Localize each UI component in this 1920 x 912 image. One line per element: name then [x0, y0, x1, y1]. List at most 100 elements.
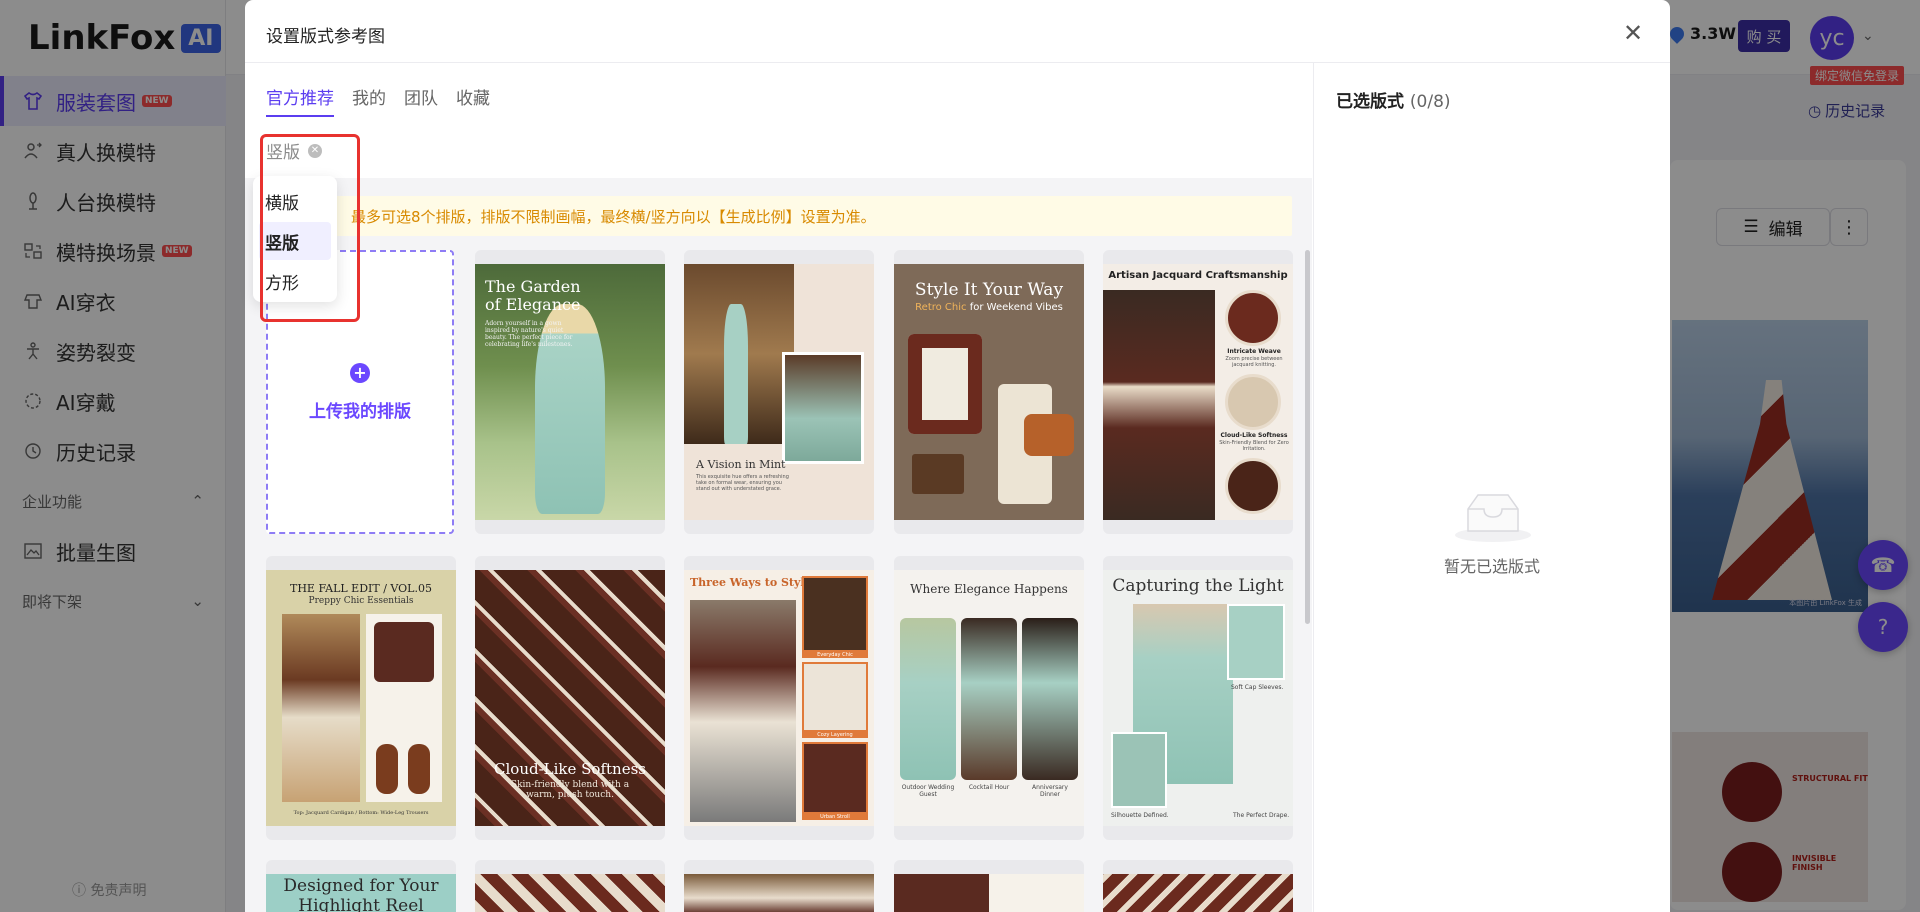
- selected-panel: 已选版式 (0/8) 暂无已选版式: [1313, 63, 1670, 912]
- subtitle-highlight: Retro Chic: [915, 302, 967, 313]
- card-title: Capturing the Light: [1112, 576, 1284, 596]
- layout-card[interactable]: Three Ways to Style Everyday Chic Cozy L…: [684, 556, 874, 840]
- layout-thumbnail: Where Elegance Happens Outdoor Wedding G…: [894, 570, 1084, 826]
- layout-thumbnail: [1103, 874, 1293, 912]
- scene-label: Outdoor Wedding Guest: [901, 784, 955, 798]
- layout-card[interactable]: [684, 860, 874, 912]
- style-label: Urban Stroll: [802, 814, 868, 820]
- card-footer: Top: Jacquard Cardigan / Bottom: Wide-Le…: [293, 810, 429, 816]
- card-body: This exquisite hue offers a refreshing t…: [696, 474, 789, 492]
- detail-circle: [1225, 290, 1281, 346]
- layout-card[interactable]: Cloud-Like Softness Skin-friendly blend …: [475, 556, 665, 840]
- layout-thumbnail: Cloud-Like Softness Skin-friendly blend …: [475, 570, 665, 826]
- selected-title: 已选版式 (0/8): [1336, 87, 1451, 112]
- layout-card[interactable]: Style It Your Way Retro Chic for Weekend…: [894, 250, 1084, 534]
- layout-thumbnail: Three Ways to Style Everyday Chic Cozy L…: [684, 570, 874, 826]
- street-photo: [282, 614, 360, 802]
- layout-thumbnail: [475, 874, 665, 912]
- subtitle-rest: for Weekend Vibes: [969, 302, 1063, 313]
- layout-card[interactable]: Where Elegance Happens Outdoor Wedding G…: [894, 556, 1084, 840]
- card-subtitle: Retro Chic for Weekend Vibes: [894, 302, 1084, 313]
- layout-card[interactable]: The Garden of Elegance Adorn yourself in…: [475, 250, 665, 534]
- model-photo: [690, 600, 796, 822]
- layout-card[interactable]: A Vision in Mint This exquisite hue offe…: [684, 250, 874, 534]
- tab-mine[interactable]: 我的: [352, 84, 386, 117]
- book-item: [912, 454, 964, 494]
- detail-label: Intricate Weave: [1227, 348, 1281, 355]
- cardigan-item: [374, 622, 434, 682]
- card-body: Adorn yourself in a gown inspired by nat…: [485, 320, 573, 348]
- scene-photo: [1022, 618, 1078, 780]
- layout-thumbnail: [684, 874, 874, 912]
- empty-inbox-icon: [1454, 489, 1532, 547]
- tab-team[interactable]: 团队: [404, 84, 438, 117]
- selected-title-label: 已选版式: [1336, 92, 1404, 112]
- model-photo: [1103, 290, 1215, 520]
- layout-thumbnail: A Vision in Mint This exquisite hue offe…: [684, 264, 874, 520]
- cardigan-item: [908, 334, 982, 434]
- layout-thumbnail: Capturing the Light Soft Cap Sleeves. Si…: [1103, 570, 1293, 826]
- close-icon[interactable]: ✕: [1623, 21, 1643, 45]
- notice-bar: 最多可选8个排版，排版不限制画幅，最终横/竖方向以【生成比例】设置为准。: [265, 196, 1292, 236]
- card-subtitle: Skin-friendly blend with a warm, plush t…: [510, 780, 630, 800]
- card-title: A Vision in Mint: [696, 458, 786, 471]
- bag-item: [1024, 414, 1074, 456]
- layout-thumbnail: Designed for Your Highlight Reel: [266, 874, 456, 912]
- style-label: Everyday Chic: [802, 652, 868, 658]
- notice-text: 最多可选8个排版，排版不限制画幅，最终横/竖方向以【生成比例】设置为准。: [351, 207, 876, 226]
- tab-official[interactable]: 官方推荐: [266, 84, 334, 117]
- card-title: Three Ways to Style: [690, 576, 812, 589]
- detail-circle: [1225, 374, 1281, 430]
- detail-label: Silhouette Defined.: [1111, 812, 1169, 819]
- grid-scrollbar[interactable]: [1305, 250, 1310, 624]
- shoe-item: [376, 744, 398, 794]
- items-photo: [366, 614, 442, 802]
- layout-card[interactable]: Designed for Your Highlight Reel: [266, 860, 456, 912]
- layout-thumbnail: Artisan Jacquard Craftsmanship Intricate…: [1103, 264, 1293, 520]
- scene-label: Anniversary Dinner: [1032, 784, 1068, 798]
- dress-figure: [724, 304, 748, 444]
- tab-bar: 官方推荐 我的 团队 收藏: [266, 84, 490, 117]
- detail-circle: [1225, 458, 1281, 514]
- card-title: Artisan Jacquard Craftsmanship: [1108, 270, 1288, 281]
- layout-card[interactable]: Capturing the Light Soft Cap Sleeves. Si…: [1103, 556, 1293, 840]
- detail-photo: [1111, 732, 1167, 808]
- layout-card[interactable]: [894, 860, 1084, 912]
- scene-label: Cocktail Hour: [968, 784, 1010, 791]
- card-subtitle: Preppy Chic Essentials: [308, 596, 414, 606]
- card-title: Designed for Your Highlight Reel: [283, 876, 439, 912]
- card-title: Cloud-Like Softness: [494, 760, 646, 778]
- detail-label: Soft Cap Sleeves.: [1231, 684, 1284, 691]
- layout-thumbnail: Style It Your Way Retro Chic for Weekend…: [894, 264, 1084, 520]
- plus-icon: +: [350, 362, 370, 383]
- layout-card[interactable]: THE FALL EDIT / VOL.05 Preppy Chic Essen…: [266, 556, 456, 840]
- detail-label: Cloud-Like Softness: [1220, 432, 1288, 439]
- detail-label: The Perfect Drape.: [1233, 812, 1290, 819]
- style-photo: [802, 742, 868, 814]
- card-title: Where Elegance Happens: [910, 582, 1068, 596]
- card-title: THE FALL EDIT / VOL.05: [290, 582, 432, 595]
- detail-caption: Skin-Friendly Blend for Zero Irritation.: [1219, 440, 1289, 452]
- layout-thumbnail: THE FALL EDIT / VOL.05 Preppy Chic Essen…: [266, 570, 456, 826]
- inset-photo: [782, 352, 864, 464]
- layout-card[interactable]: [475, 860, 665, 912]
- style-photo: [802, 576, 868, 652]
- layout-card[interactable]: [1103, 860, 1293, 912]
- detail-caption: Zoom precise between jacquard knitting.: [1225, 356, 1283, 368]
- layout-card[interactable]: Artisan Jacquard Craftsmanship Intricate…: [1103, 250, 1293, 534]
- scene-photo: [900, 618, 956, 780]
- annotation-highlight-box: [260, 134, 360, 322]
- card-title: Style It Your Way: [914, 280, 1064, 300]
- tab-favorites[interactable]: 收藏: [456, 84, 490, 117]
- modal-title: 设置版式参考图: [266, 27, 385, 47]
- style-label: Cozy Layering: [802, 732, 868, 738]
- empty-text: 暂无已选版式: [1443, 557, 1540, 576]
- layout-thumbnail: [894, 874, 1084, 912]
- selected-count: (0/8): [1409, 92, 1451, 112]
- card-title: The Garden of Elegance: [485, 277, 581, 314]
- detail-photo: [1227, 604, 1285, 680]
- scene-photo: [961, 618, 1017, 780]
- upload-label: 上传我的排版: [309, 401, 411, 422]
- layout-thumbnail: The Garden of Elegance Adorn yourself in…: [475, 264, 665, 520]
- shoe-item: [408, 744, 430, 794]
